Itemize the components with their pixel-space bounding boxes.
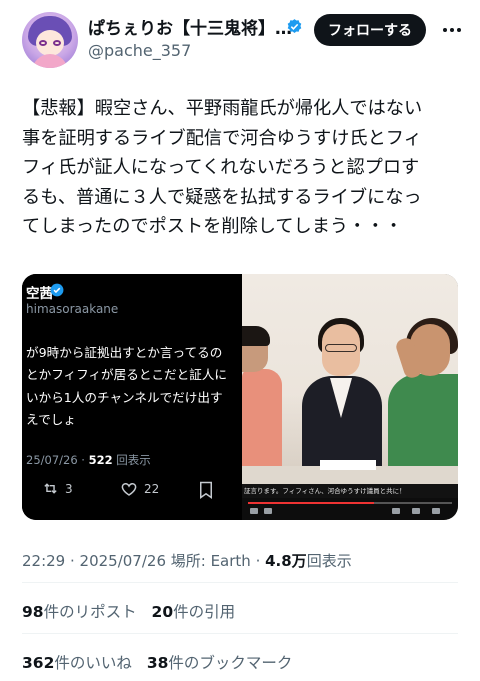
bookmark-count: 38: [146, 654, 169, 672]
stats-row-reposts: 98件のリポスト 20件の引用: [22, 600, 235, 622]
quoted-views-label: 回表示: [112, 453, 151, 467]
divider: [22, 582, 458, 583]
quote-stat[interactable]: 20件の引用: [152, 603, 236, 621]
quoted-author-handle: himasoraakane: [26, 302, 119, 316]
settings-icon[interactable]: [392, 508, 400, 514]
author-handle[interactable]: @pache_357: [88, 41, 191, 60]
quoted-text: が9時から証拠出すとか言ってるの とかフィフィが居るとこだと証人に いから1人の…: [26, 345, 227, 428]
captions-icon[interactable]: [412, 508, 420, 514]
repost-icon: [44, 483, 57, 494]
quote-count: 20: [151, 603, 174, 621]
author-avatar[interactable]: [22, 12, 78, 68]
heart-icon: [121, 482, 137, 496]
video-progress-fill: [248, 502, 375, 504]
quoted-like-count: 22: [144, 482, 160, 496]
person-center-glasses: [325, 344, 357, 352]
quoted-repost: 3: [42, 480, 73, 497]
verified-badge-icon: [287, 19, 302, 33]
bookmark-stat[interactable]: 38件のブックマーク: [147, 654, 293, 672]
quoted-views-count: 522: [88, 453, 113, 467]
bookmark-label: 件のブックマーク: [168, 654, 293, 672]
quoted-actions: 3 22: [22, 480, 238, 504]
tweet-header: ぱちぇりお【十三鬼将】… @pache_357 フォローする: [0, 0, 480, 80]
more-options-icon[interactable]: [440, 18, 464, 42]
quote-label: 件の引用: [173, 603, 236, 621]
tweet-views-label: 回表示: [306, 552, 352, 570]
play-icon[interactable]: [250, 508, 258, 514]
video-controls: [242, 498, 458, 520]
divider: [22, 633, 458, 634]
skip-icon[interactable]: [264, 508, 272, 514]
tweet-meta: 22:29 · 2025/07/26 場所: Earth · 4.8万回表示: [22, 550, 352, 571]
livestream-thumbnail-image[interactable]: 証言ります。フィフィさん、河合ゆうすけ議員と共に！: [242, 274, 458, 520]
quoted-like: 22: [120, 480, 159, 498]
avatar-glasses-right: [53, 40, 61, 46]
quoted-author-name: 空茜: [26, 286, 53, 302]
quoted-date: 25/07/26 ·: [26, 453, 89, 467]
avatar-body: [32, 54, 68, 68]
quoted-meta: 25/07/26 · 522 回表示: [26, 452, 151, 468]
repost-count: 98: [22, 603, 44, 621]
quoted-verified-icon: [50, 283, 64, 297]
tweet-text: 【悲報】暇空さん、平野雨龍氏が帰化人ではない 事を証明するライブ配信で河合ゆうす…: [22, 98, 423, 238]
like-count: 362: [22, 654, 55, 672]
avatar-glasses-left: [39, 40, 47, 46]
repost-label: 件のリポスト: [43, 603, 137, 621]
paper: [320, 460, 376, 470]
like-label: 件のいいね: [54, 654, 132, 672]
quoted-repost-count: 3: [65, 481, 73, 496]
author-display-name[interactable]: ぱちぇりお【十三鬼将】…: [88, 14, 292, 39]
repost-stat[interactable]: 98件のリポスト: [22, 603, 137, 621]
media-grid: 空茜 himasoraakane が9時から証拠出すとか言ってるの とかフィフィ…: [22, 274, 458, 520]
video-progress-bar[interactable]: [248, 502, 452, 504]
follow-button[interactable]: フォローする: [314, 14, 426, 46]
video-caption: 証言ります。フィフィさん、河合ゆうすけ議員と共に！: [242, 484, 458, 498]
quoted-screenshot-image[interactable]: 空茜 himasoraakane が9時から証拠出すとか言ってるの とかフィフィ…: [22, 274, 238, 520]
like-stat[interactable]: 362件のいいね: [22, 654, 132, 672]
stats-row-likes: 362件のいいね 38件のブックマーク: [22, 651, 292, 673]
tweet-timestamp[interactable]: 22:29 · 2025/07/26 場所: Earth ·: [22, 552, 265, 570]
bookmark-icon: [200, 481, 212, 499]
person-left-hair: [242, 326, 270, 346]
tweet-views-count: 4.8万: [265, 552, 307, 570]
fullscreen-icon[interactable]: [432, 508, 440, 514]
